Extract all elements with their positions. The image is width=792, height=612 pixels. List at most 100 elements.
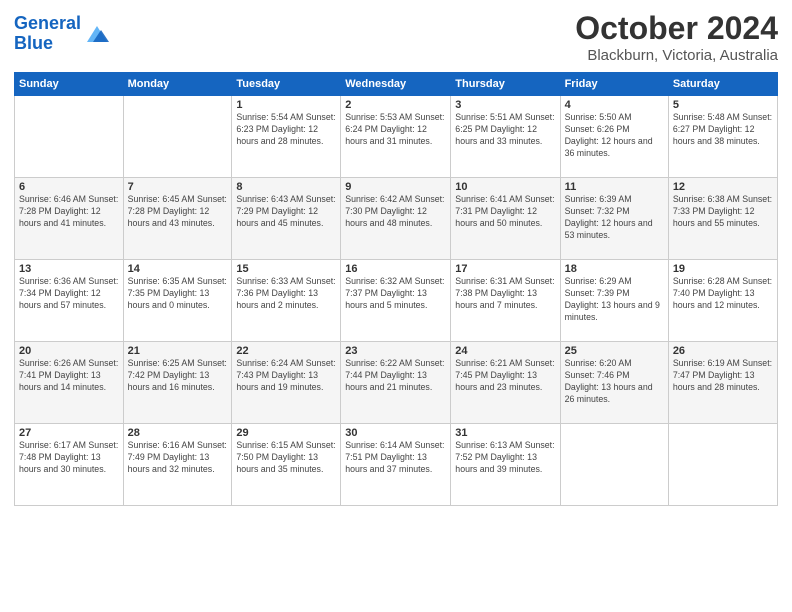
day-number: 31 bbox=[455, 427, 555, 439]
calendar-cell: 1Sunrise: 5:54 AM Sunset: 6:23 PM Daylig… bbox=[232, 96, 341, 178]
day-number: 12 bbox=[673, 181, 773, 193]
calendar-header-row: SundayMondayTuesdayWednesdayThursdayFrid… bbox=[15, 73, 778, 96]
day-info: Sunrise: 6:29 AM Sunset: 7:39 PM Dayligh… bbox=[565, 276, 664, 324]
day-number: 20 bbox=[19, 345, 119, 357]
day-number: 8 bbox=[236, 181, 336, 193]
day-number: 9 bbox=[345, 181, 446, 193]
day-number: 5 bbox=[673, 99, 773, 111]
day-header-saturday: Saturday bbox=[668, 73, 777, 96]
day-number: 6 bbox=[19, 181, 119, 193]
calendar-week-4: 20Sunrise: 6:26 AM Sunset: 7:41 PM Dayli… bbox=[15, 342, 778, 424]
calendar-cell: 13Sunrise: 6:36 AM Sunset: 7:34 PM Dayli… bbox=[15, 260, 124, 342]
day-header-friday: Friday bbox=[560, 73, 668, 96]
logo-line1: General bbox=[14, 13, 81, 33]
day-number: 17 bbox=[455, 263, 555, 275]
day-number: 29 bbox=[236, 427, 336, 439]
day-info: Sunrise: 6:41 AM Sunset: 7:31 PM Dayligh… bbox=[455, 194, 555, 230]
day-info: Sunrise: 6:24 AM Sunset: 7:43 PM Dayligh… bbox=[236, 358, 336, 394]
day-number: 30 bbox=[345, 427, 446, 439]
calendar-cell: 11Sunrise: 6:39 AM Sunset: 7:32 PM Dayli… bbox=[560, 178, 668, 260]
calendar-cell: 9Sunrise: 6:42 AM Sunset: 7:30 PM Daylig… bbox=[341, 178, 451, 260]
day-number: 27 bbox=[19, 427, 119, 439]
calendar-cell: 23Sunrise: 6:22 AM Sunset: 7:44 PM Dayli… bbox=[341, 342, 451, 424]
calendar-cell: 2Sunrise: 5:53 AM Sunset: 6:24 PM Daylig… bbox=[341, 96, 451, 178]
calendar-cell: 27Sunrise: 6:17 AM Sunset: 7:48 PM Dayli… bbox=[15, 424, 124, 506]
calendar-cell: 6Sunrise: 6:46 AM Sunset: 7:28 PM Daylig… bbox=[15, 178, 124, 260]
calendar-cell: 3Sunrise: 5:51 AM Sunset: 6:25 PM Daylig… bbox=[451, 96, 560, 178]
day-info: Sunrise: 6:36 AM Sunset: 7:34 PM Dayligh… bbox=[19, 276, 119, 312]
day-number: 4 bbox=[565, 99, 664, 111]
calendar-cell bbox=[15, 96, 124, 178]
day-number: 11 bbox=[565, 181, 664, 193]
calendar-cell: 12Sunrise: 6:38 AM Sunset: 7:33 PM Dayli… bbox=[668, 178, 777, 260]
title-block: October 2024 Blackburn, Victoria, Austra… bbox=[575, 10, 778, 64]
calendar-cell: 29Sunrise: 6:15 AM Sunset: 7:50 PM Dayli… bbox=[232, 424, 341, 506]
day-info: Sunrise: 5:50 AM Sunset: 6:26 PM Dayligh… bbox=[565, 112, 664, 160]
day-info: Sunrise: 6:33 AM Sunset: 7:36 PM Dayligh… bbox=[236, 276, 336, 312]
day-number: 16 bbox=[345, 263, 446, 275]
logo: General Blue bbox=[14, 14, 111, 54]
page-container: General Blue October 2024 Blackburn, Vic… bbox=[0, 0, 792, 612]
day-number: 28 bbox=[128, 427, 228, 439]
day-number: 21 bbox=[128, 345, 228, 357]
day-header-sunday: Sunday bbox=[15, 73, 124, 96]
day-info: Sunrise: 6:21 AM Sunset: 7:45 PM Dayligh… bbox=[455, 358, 555, 394]
calendar-cell: 24Sunrise: 6:21 AM Sunset: 7:45 PM Dayli… bbox=[451, 342, 560, 424]
day-info: Sunrise: 6:22 AM Sunset: 7:44 PM Dayligh… bbox=[345, 358, 446, 394]
day-info: Sunrise: 6:16 AM Sunset: 7:49 PM Dayligh… bbox=[128, 440, 228, 476]
day-info: Sunrise: 6:15 AM Sunset: 7:50 PM Dayligh… bbox=[236, 440, 336, 476]
calendar-cell: 4Sunrise: 5:50 AM Sunset: 6:26 PM Daylig… bbox=[560, 96, 668, 178]
day-number: 7 bbox=[128, 181, 228, 193]
day-info: Sunrise: 6:17 AM Sunset: 7:48 PM Dayligh… bbox=[19, 440, 119, 476]
calendar-week-5: 27Sunrise: 6:17 AM Sunset: 7:48 PM Dayli… bbox=[15, 424, 778, 506]
month-title: October 2024 bbox=[575, 10, 778, 47]
day-info: Sunrise: 5:51 AM Sunset: 6:25 PM Dayligh… bbox=[455, 112, 555, 148]
day-info: Sunrise: 6:14 AM Sunset: 7:51 PM Dayligh… bbox=[345, 440, 446, 476]
day-info: Sunrise: 6:35 AM Sunset: 7:35 PM Dayligh… bbox=[128, 276, 228, 312]
calendar-cell bbox=[668, 424, 777, 506]
day-number: 19 bbox=[673, 263, 773, 275]
calendar-week-3: 13Sunrise: 6:36 AM Sunset: 7:34 PM Dayli… bbox=[15, 260, 778, 342]
day-info: Sunrise: 6:39 AM Sunset: 7:32 PM Dayligh… bbox=[565, 194, 664, 242]
day-info: Sunrise: 5:54 AM Sunset: 6:23 PM Dayligh… bbox=[236, 112, 336, 148]
calendar-cell: 18Sunrise: 6:29 AM Sunset: 7:39 PM Dayli… bbox=[560, 260, 668, 342]
day-info: Sunrise: 6:46 AM Sunset: 7:28 PM Dayligh… bbox=[19, 194, 119, 230]
day-number: 13 bbox=[19, 263, 119, 275]
calendar-cell: 26Sunrise: 6:19 AM Sunset: 7:47 PM Dayli… bbox=[668, 342, 777, 424]
calendar-cell: 28Sunrise: 6:16 AM Sunset: 7:49 PM Dayli… bbox=[123, 424, 232, 506]
day-info: Sunrise: 6:31 AM Sunset: 7:38 PM Dayligh… bbox=[455, 276, 555, 312]
calendar-cell: 19Sunrise: 6:28 AM Sunset: 7:40 PM Dayli… bbox=[668, 260, 777, 342]
calendar-cell: 8Sunrise: 6:43 AM Sunset: 7:29 PM Daylig… bbox=[232, 178, 341, 260]
day-info: Sunrise: 5:48 AM Sunset: 6:27 PM Dayligh… bbox=[673, 112, 773, 148]
logo-line2: Blue bbox=[14, 33, 53, 53]
day-info: Sunrise: 6:28 AM Sunset: 7:40 PM Dayligh… bbox=[673, 276, 773, 312]
header: General Blue October 2024 Blackburn, Vic… bbox=[14, 10, 778, 64]
calendar-cell: 16Sunrise: 6:32 AM Sunset: 7:37 PM Dayli… bbox=[341, 260, 451, 342]
day-info: Sunrise: 6:25 AM Sunset: 7:42 PM Dayligh… bbox=[128, 358, 228, 394]
location-title: Blackburn, Victoria, Australia bbox=[575, 47, 778, 64]
day-info: Sunrise: 6:26 AM Sunset: 7:41 PM Dayligh… bbox=[19, 358, 119, 394]
calendar-cell: 10Sunrise: 6:41 AM Sunset: 7:31 PM Dayli… bbox=[451, 178, 560, 260]
calendar-cell: 14Sunrise: 6:35 AM Sunset: 7:35 PM Dayli… bbox=[123, 260, 232, 342]
day-number: 25 bbox=[565, 345, 664, 357]
day-number: 3 bbox=[455, 99, 555, 111]
logo-icon bbox=[83, 22, 111, 46]
calendar-cell: 15Sunrise: 6:33 AM Sunset: 7:36 PM Dayli… bbox=[232, 260, 341, 342]
day-number: 10 bbox=[455, 181, 555, 193]
day-header-monday: Monday bbox=[123, 73, 232, 96]
calendar-cell bbox=[123, 96, 232, 178]
calendar-cell: 5Sunrise: 5:48 AM Sunset: 6:27 PM Daylig… bbox=[668, 96, 777, 178]
day-info: Sunrise: 6:43 AM Sunset: 7:29 PM Dayligh… bbox=[236, 194, 336, 230]
calendar-table: SundayMondayTuesdayWednesdayThursdayFrid… bbox=[14, 72, 778, 506]
day-info: Sunrise: 6:42 AM Sunset: 7:30 PM Dayligh… bbox=[345, 194, 446, 230]
day-number: 23 bbox=[345, 345, 446, 357]
day-number: 18 bbox=[565, 263, 664, 275]
day-header-wednesday: Wednesday bbox=[341, 73, 451, 96]
day-number: 1 bbox=[236, 99, 336, 111]
day-header-thursday: Thursday bbox=[451, 73, 560, 96]
calendar-cell: 30Sunrise: 6:14 AM Sunset: 7:51 PM Dayli… bbox=[341, 424, 451, 506]
calendar-cell: 21Sunrise: 6:25 AM Sunset: 7:42 PM Dayli… bbox=[123, 342, 232, 424]
calendar-cell: 7Sunrise: 6:45 AM Sunset: 7:28 PM Daylig… bbox=[123, 178, 232, 260]
day-info: Sunrise: 6:32 AM Sunset: 7:37 PM Dayligh… bbox=[345, 276, 446, 312]
day-number: 15 bbox=[236, 263, 336, 275]
